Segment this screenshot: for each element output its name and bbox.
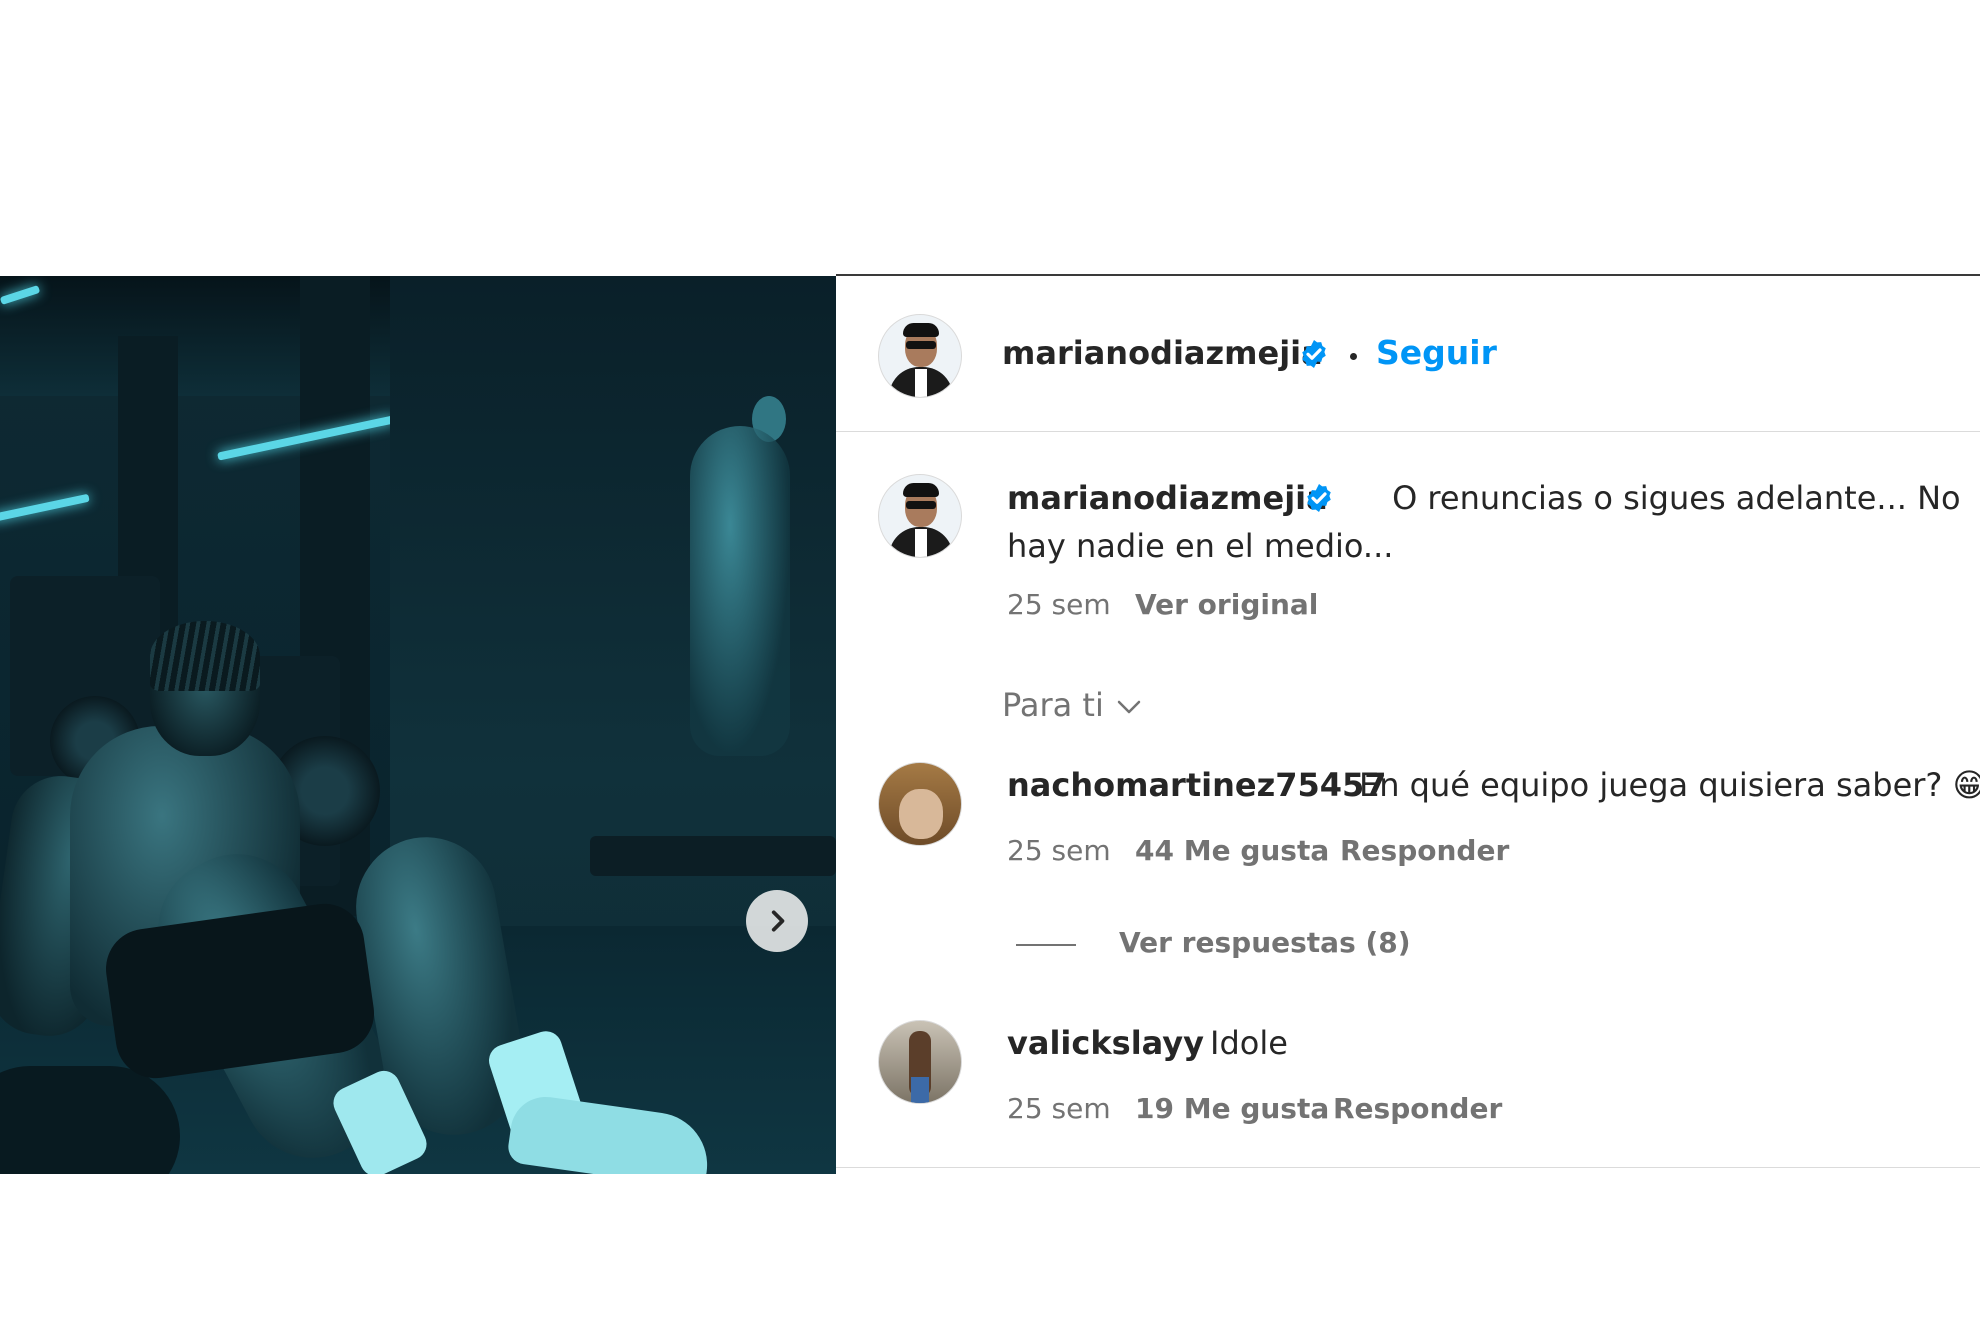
reply-button[interactable]: Responder [1333, 1092, 1502, 1126]
caption-author-avatar[interactable] [878, 474, 962, 558]
comment-filter-dropdown[interactable]: Para ti [1002, 686, 1104, 724]
post-media[interactable] [0, 276, 836, 1174]
comment-text: En qué equipo juega quisiera saber? 😁 [1359, 766, 1980, 804]
caption-username[interactable]: marianodiazmejia [1007, 479, 1328, 517]
media-person [150, 621, 260, 691]
comment-likes[interactable]: 44 Me gusta [1135, 834, 1329, 868]
author-avatar[interactable] [878, 314, 962, 398]
reply-button[interactable]: Responder [1340, 834, 1509, 868]
panel-bottom-divider [836, 1167, 1980, 1168]
media-light [0, 493, 90, 523]
comment-text: Idole [1210, 1024, 1288, 1062]
replies-line [1016, 944, 1076, 946]
post-sidebar: marianodiazmejia Seguir marianodiazmejia… [836, 276, 1980, 1176]
verified-badge-icon [1302, 340, 1326, 368]
media-bench [590, 836, 836, 876]
chevron-right-icon [771, 910, 785, 932]
comment-username[interactable]: nachomartinez75457 [1007, 766, 1387, 804]
comment-timestamp[interactable]: 25 sem [1007, 834, 1111, 868]
comment-likes[interactable]: 19 Me gusta [1135, 1092, 1329, 1126]
commenter-avatar[interactable] [878, 762, 962, 846]
author-username[interactable]: marianodiazmejia [1002, 334, 1323, 372]
comment-username[interactable]: valickslayy [1007, 1024, 1204, 1062]
view-replies-button[interactable]: Ver respuestas (8) [1119, 926, 1411, 960]
comment-timestamp[interactable]: 25 sem [1007, 1092, 1111, 1126]
verified-badge-icon [1307, 484, 1331, 512]
caption-block: marianodiazmejia O renuncias o sigues ad… [1007, 474, 1967, 570]
header-divider [836, 431, 1980, 432]
media-roller [0, 1066, 180, 1174]
separator-dot [1350, 353, 1357, 360]
next-slide-button[interactable] [746, 890, 808, 952]
commenter-avatar[interactable] [878, 1020, 962, 1104]
follow-button[interactable]: Seguir [1376, 334, 1497, 372]
media-mural [690, 426, 790, 756]
chevron-down-icon[interactable] [1114, 692, 1144, 722]
translate-button[interactable]: Ver original [1135, 588, 1318, 622]
caption-timestamp[interactable]: 25 sem [1007, 588, 1111, 622]
